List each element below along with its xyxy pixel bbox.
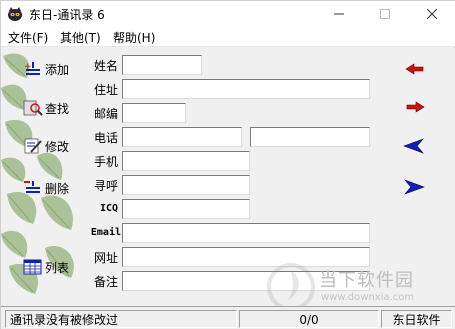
menu-help[interactable]: 帮助(H) (113, 29, 155, 46)
app-cat-icon (8, 7, 22, 21)
phone-label: 电话 (93, 131, 118, 145)
mobile-label: 手机 (93, 155, 118, 169)
delete-icon (24, 181, 40, 193)
add-label: 添加 (45, 62, 70, 77)
previous-record-icon[interactable] (404, 61, 426, 77)
watermark-url: www.downxia.com (321, 292, 415, 303)
website-field[interactable] (122, 247, 370, 267)
note-label: 备注 (93, 275, 118, 289)
icq-label: ICQ (99, 203, 118, 214)
edit-button[interactable]: 修改 (23, 136, 69, 156)
minimize-button[interactable] (316, 1, 362, 27)
menu-other[interactable]: 其他(T) (60, 29, 101, 46)
list-icon (23, 259, 42, 275)
status-record-count: 0/0 (239, 310, 379, 328)
address-field[interactable] (122, 79, 370, 99)
website-label: 网址 (93, 251, 118, 265)
delete-button[interactable]: 删除 (23, 178, 69, 198)
status-message: 通讯录没有被修改过 (5, 310, 237, 328)
edit-label: 修改 (45, 139, 70, 154)
watermark-brand: 当下软件园 (319, 270, 414, 291)
icq-field[interactable] (122, 199, 250, 219)
last-record-icon[interactable] (403, 179, 425, 195)
add-button[interactable]: + 添加 (23, 59, 69, 79)
add-icon: + (24, 62, 40, 75)
phone-field[interactable] (122, 127, 242, 147)
pager-field[interactable] (122, 175, 250, 195)
name-field[interactable] (122, 55, 202, 75)
mobile-field[interactable] (122, 151, 250, 171)
list-button[interactable]: 列表 (23, 257, 69, 277)
first-record-icon[interactable] (403, 138, 425, 154)
find-button[interactable]: 查找 (23, 98, 69, 118)
minimize-icon (334, 13, 344, 15)
status-bar: 通讯录没有被修改过 0/0 东日软件 (1, 306, 455, 329)
close-icon (427, 9, 437, 19)
phone-field-2[interactable] (250, 127, 370, 147)
window-title: 东日-通讯录 6 (29, 8, 105, 22)
menu-file[interactable]: 文件(F) (8, 29, 48, 46)
maximize-button[interactable] (362, 1, 408, 27)
title-bar[interactable]: 东日-通讯录 6 (1, 1, 455, 27)
find-label: 查找 (45, 101, 70, 116)
address-label: 住址 (93, 83, 118, 97)
name-label: 姓名 (93, 59, 118, 73)
delete-label: 删除 (45, 181, 70, 196)
status-company: 东日软件 (381, 310, 452, 328)
maximize-icon (380, 9, 390, 19)
pager-label: 寻呼 (93, 179, 118, 193)
postcode-label: 邮编 (93, 107, 118, 121)
close-button[interactable] (409, 1, 455, 27)
email-field[interactable] (122, 223, 370, 243)
menu-bar: 文件(F) 其他(T) 帮助(H) (1, 27, 455, 47)
watermark-logo (267, 263, 315, 311)
list-label: 列表 (45, 260, 70, 275)
find-icon (23, 100, 43, 116)
edit-icon (24, 138, 42, 154)
main-panel: + 添加 查找 修改 删除 列表 姓名 住址 邮编 电话 手机 寻呼 ICQ E… (1, 48, 455, 311)
email-label: Email (90, 227, 121, 238)
postcode-field[interactable] (122, 103, 186, 123)
next-record-icon[interactable] (404, 99, 426, 115)
app-window: 东日-通讯录 6 文件(F) 其他(T) 帮助(H) + 添加 查找 修改 删除… (0, 0, 455, 329)
